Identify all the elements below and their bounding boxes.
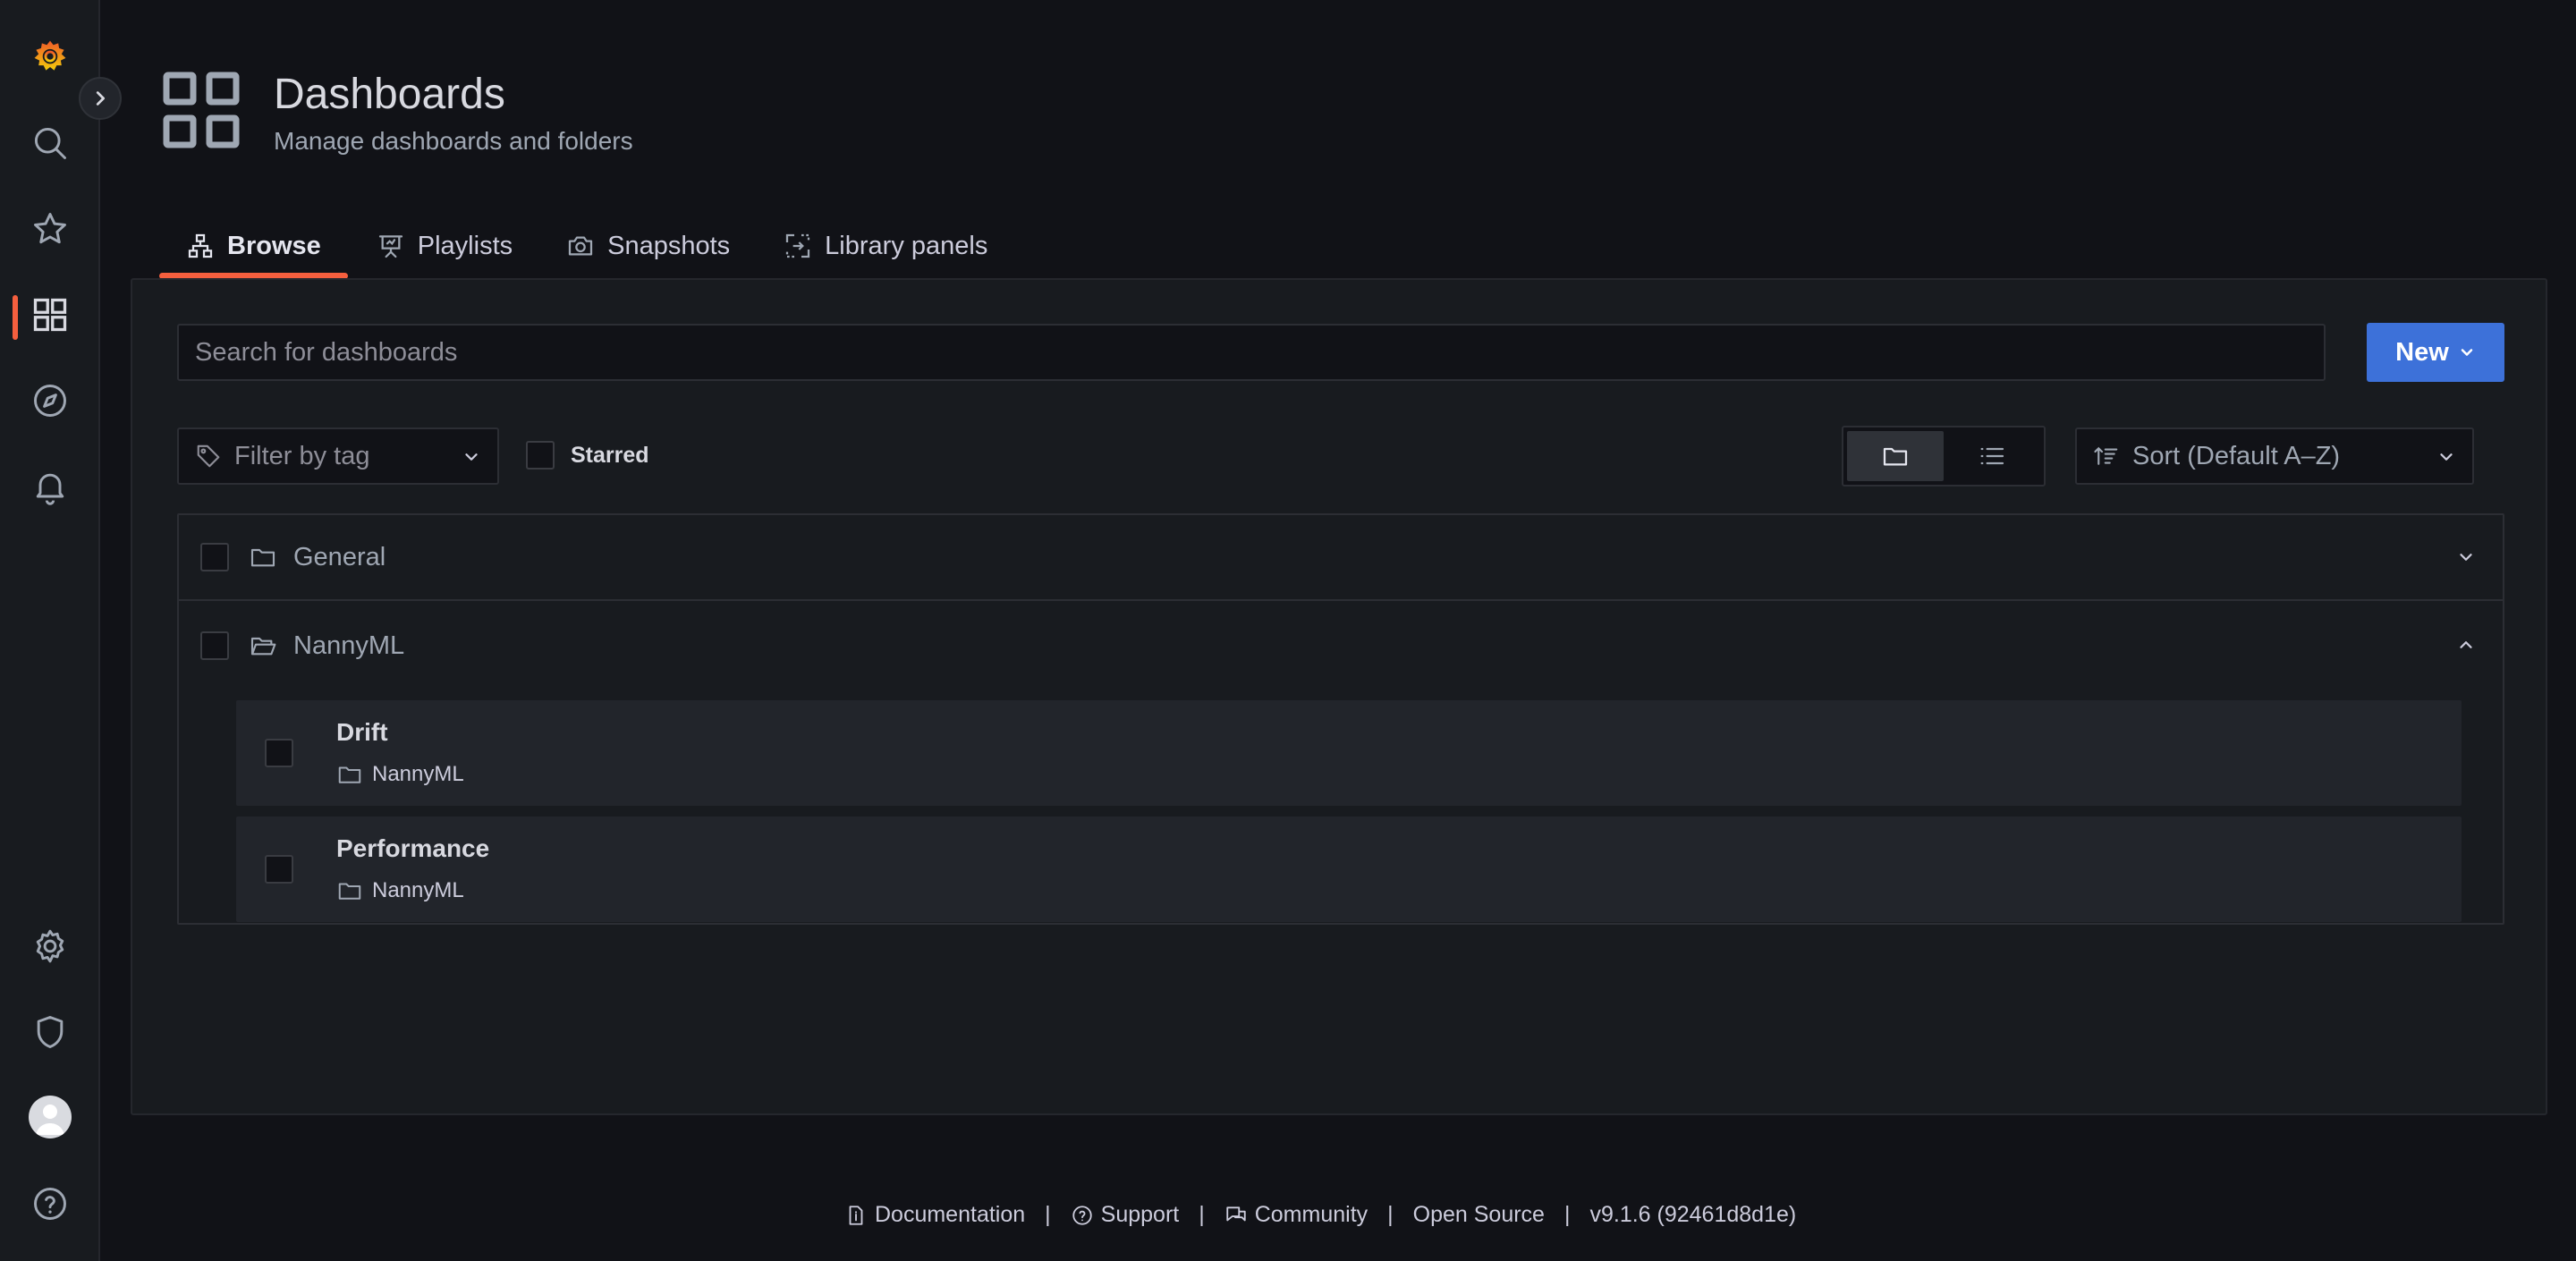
chevron-down-icon[interactable] [2456,547,2476,567]
starred-label: Starred [571,442,649,468]
version-label: v9.1.6 (92461d8d1e) [1589,1202,1797,1227]
folder-icon [338,883,361,900]
tab-library-panels[interactable]: Library panels [757,216,1014,275]
question-circle-icon [1072,1205,1092,1225]
starred-filter[interactable]: Starred [526,441,649,470]
library-panels-icon [784,232,812,260]
search-input[interactable] [195,337,2324,368]
folder-name: NannyML [293,630,405,660]
open-source-link[interactable]: Open Source [1413,1202,1545,1228]
list-icon [1980,447,2004,465]
search-box[interactable] [177,324,2326,381]
version-link[interactable]: v9.1.6 (92461d8d1e) [1589,1202,1796,1228]
folder-row-general[interactable]: General [179,515,2503,601]
dashboard-folder-name: NannyML [372,762,464,786]
separator: | [1045,1202,1051,1227]
help-icon[interactable] [23,1177,77,1231]
community-link[interactable]: Community [1224,1202,1368,1228]
folder-row-nannyml[interactable]: NannyML [179,603,2503,689]
sort-amount-icon [2093,443,2120,470]
active-indicator [13,295,18,340]
page-title: Dashboards [274,71,505,118]
footer-link-label: Community [1254,1202,1368,1227]
separator: | [1199,1202,1205,1227]
tab-bar: Browse Playlists Snapshots Library panel… [159,216,1014,279]
chevron-down-icon [462,447,481,467]
tag-icon [195,443,222,470]
dashboard-title: Performance [336,834,490,862]
star-icon[interactable] [23,202,77,256]
chevron-up-icon[interactable] [2456,635,2476,655]
starred-checkbox[interactable] [526,441,555,470]
new-button[interactable]: New [2367,323,2504,382]
folder-checkbox[interactable] [200,631,229,660]
expand-menu-button[interactable] [79,77,122,120]
sidebar [0,0,100,1261]
tab-label: Playlists [417,231,513,260]
folder-name: General [293,542,386,571]
folder-list: General NannyML Drift NannyML Performanc… [177,513,2504,925]
tab-playlists[interactable]: Playlists [348,216,539,275]
new-button-label: New [2395,337,2449,367]
chevron-down-icon [2458,343,2476,361]
search-icon[interactable] [23,116,77,170]
dashboards-icon[interactable] [23,288,77,342]
dashboard-folder: NannyML [336,877,464,904]
dashboard-title: Drift [336,718,388,746]
tab-label: Snapshots [607,231,731,260]
tab-browse[interactable]: Browse [159,216,348,279]
dashboard-checkbox[interactable] [265,739,293,767]
shield-icon[interactable] [23,1005,77,1059]
dashboard-folder-name: NannyML [372,878,464,902]
chevron-down-icon [2436,447,2456,467]
folder-icon [338,766,361,783]
bell-icon[interactable] [23,460,77,513]
camera-icon [566,232,595,260]
gear-icon[interactable] [23,919,77,973]
tab-label: Browse [227,231,321,260]
sitemap-icon [186,232,215,260]
dashboards-icon [163,72,240,148]
sort-label: Sort (Default A–Z) [2132,441,2341,470]
tab-snapshots[interactable]: Snapshots [539,216,757,275]
footer: Documentation | Support | Community | Op… [844,1202,1796,1228]
separator: | [1563,1202,1571,1227]
list-view-button[interactable] [1944,431,2040,481]
folder-open-icon [249,631,277,660]
separator: | [1387,1202,1394,1227]
presentation-icon [377,232,405,260]
folder-view-button[interactable] [1847,431,1944,481]
folder-checkbox[interactable] [200,543,229,571]
dashboard-item-performance[interactable]: Performance NannyML [236,817,2462,922]
compass-icon[interactable] [23,374,77,427]
avatar[interactable] [29,1096,72,1138]
dashboard-item-drift[interactable]: Drift NannyML [236,700,2462,806]
footer-link-label: Open Source [1412,1202,1545,1227]
folder-icon [1883,447,1908,466]
comments-icon [1226,1206,1246,1221]
footer-link-label: Support [1100,1202,1180,1227]
tab-label: Library panels [825,231,988,260]
page-subtitle: Manage dashboards and folders [274,127,633,155]
folder-icon [249,543,277,571]
dashboard-checkbox[interactable] [265,855,293,884]
sort-select[interactable]: Sort (Default A–Z) [2075,427,2474,485]
document-info-icon [849,1205,863,1225]
dashboard-folder: NannyML [336,761,464,788]
tag-filter[interactable]: Filter by tag [177,427,499,485]
grafana-logo-icon[interactable] [23,30,77,84]
tag-filter-placeholder: Filter by tag [234,441,370,470]
documentation-link[interactable]: Documentation [844,1202,1025,1228]
view-mode-toggle [1842,426,2046,487]
support-link[interactable]: Support [1071,1202,1180,1228]
browse-panel: New Filter by tag Starred Sort (Default … [131,278,2547,1115]
footer-link-label: Documentation [875,1202,1026,1227]
